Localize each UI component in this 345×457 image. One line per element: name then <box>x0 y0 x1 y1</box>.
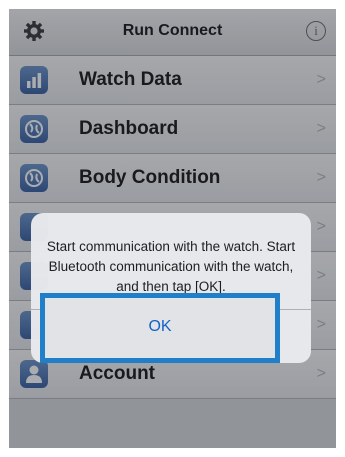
alert-message: Start communication with the watch. Star… <box>46 239 296 294</box>
app-screen: Run Connect i Watch Data > Dashboard > B… <box>9 9 336 448</box>
ok-button[interactable]: OK <box>40 293 280 363</box>
